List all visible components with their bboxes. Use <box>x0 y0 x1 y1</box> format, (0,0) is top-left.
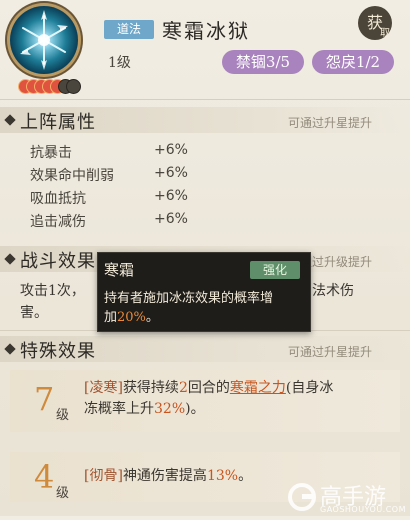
attribute-name: 抗暴击 <box>30 145 72 161</box>
effect-tag: [凌寒] <box>84 380 123 396</box>
tooltip-text: 加 <box>104 310 118 325</box>
frost-power-link[interactable]: 寒霜之力 <box>230 380 286 396</box>
attribute-value: +6% <box>154 165 188 181</box>
card-level-label: 级 <box>56 486 70 501</box>
effect-percent: 13% <box>206 468 239 484</box>
watermark: 高手游 GAOSHOUYOU.COM <box>286 480 406 516</box>
attributes-section-title: 上阵属性 <box>20 112 96 133</box>
card-level-number: 7 <box>34 380 55 418</box>
attribute-name: 效果命中削弱 <box>30 168 114 184</box>
card-level-label: 级 <box>56 408 70 423</box>
divider <box>0 99 410 100</box>
special-effect-description: [凌寒]获得持续2回合的寒霜之力(自身冰冻概率上升32%)。 <box>84 378 394 420</box>
attributes-section-hint: 可通过升星提升 <box>288 116 373 130</box>
watermark-url: GAOSHOUYOU.COM <box>320 505 407 514</box>
effect-tag: [彻骨] <box>84 468 123 484</box>
attribute-value: +6% <box>154 211 188 227</box>
attribute-value: +6% <box>154 142 188 158</box>
effect-percent: 32% <box>154 401 186 417</box>
battle-effect-text-line1-right: 法术伤 <box>312 283 354 299</box>
effect-text: )。 <box>185 401 205 417</box>
effect-text: 回合的 <box>187 380 230 396</box>
star-rating <box>18 79 88 94</box>
tooltip-tag: 强化 <box>250 261 300 279</box>
special-section-title: 特殊效果 <box>20 341 96 362</box>
attribute-value: +6% <box>154 188 188 204</box>
special-section-hint: 可通过升星提升 <box>288 345 373 359</box>
tooltip-body: 持有者施加冰冻效果的概率增 加20%。 <box>104 289 304 327</box>
imprison-stat-pill[interactable]: 禁锢3/5 <box>222 50 304 74</box>
skill-type-tag: 道法 <box>104 20 154 39</box>
resentment-stat-pill[interactable]: 怨戾1/2 <box>312 50 394 74</box>
obtain-button[interactable]: 获 取 <box>358 6 392 40</box>
effect-text: 获得持续 <box>122 380 179 396</box>
skill-icon <box>10 6 78 74</box>
effect-text: (自身冰 <box>285 380 334 396</box>
effect-number: 2 <box>178 380 188 396</box>
effect-text: 神通伤害提高 <box>122 468 207 484</box>
battle-effect-text-line1: 攻击1次， <box>20 283 85 299</box>
tooltip-title: 寒霜 <box>104 261 135 279</box>
effect-text: 冻概率上升 <box>84 401 154 417</box>
card-level-number: 4 <box>34 458 55 496</box>
tooltip-text: 。 <box>145 310 159 325</box>
obtain-button-sublabel: 取 <box>380 28 390 39</box>
skill-name: 寒霜冰狱 <box>162 19 250 43</box>
tooltip-text: 持有者施加冰冻效果的概率增 <box>104 291 274 306</box>
effect-text: 。 <box>238 468 253 484</box>
battle-effect-text-line2: 害。 <box>20 305 48 321</box>
status-tooltip: 寒霜 强化 持有者施加冰冻效果的概率增 加20%。 <box>97 252 311 332</box>
skill-level: 1级 <box>108 55 131 71</box>
attribute-name: 吸血抵抗 <box>30 191 86 207</box>
snowflake-icon <box>20 10 68 70</box>
tooltip-percent: 20% <box>117 310 146 325</box>
battle-section-title: 战斗效果 <box>20 251 96 272</box>
star-empty-icon <box>66 79 81 94</box>
attribute-name: 追击减伤 <box>30 214 86 230</box>
